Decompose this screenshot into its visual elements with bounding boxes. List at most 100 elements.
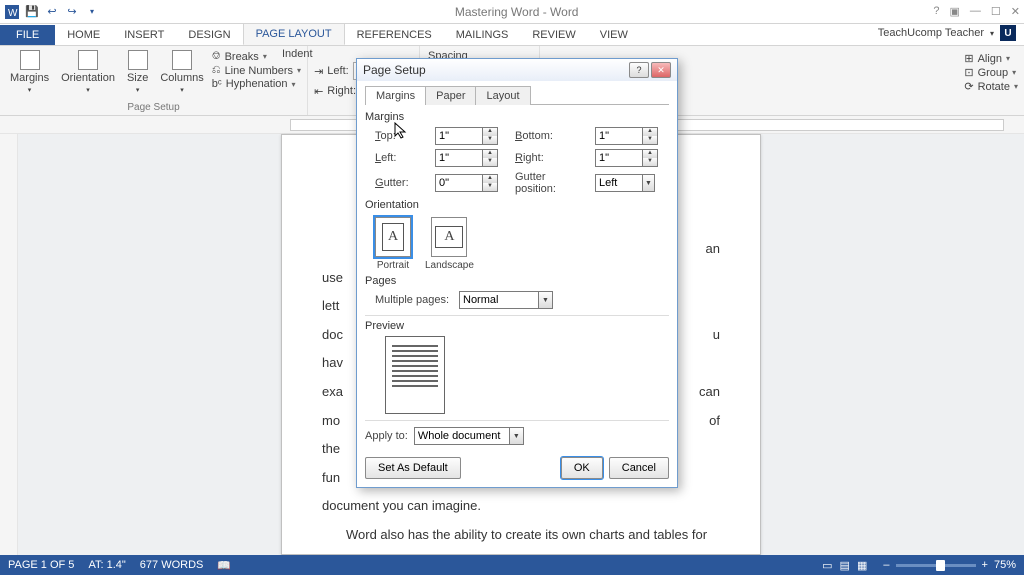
maximize-icon[interactable]: ☐ bbox=[991, 5, 1001, 18]
group-page-setup: Margins▾ Orientation▾ Size▾ Columns▾ ⎊ B… bbox=[0, 46, 308, 115]
bottom-label: Bottom: bbox=[515, 130, 585, 142]
bottom-input[interactable] bbox=[595, 127, 643, 145]
columns-button[interactable]: Columns▾ bbox=[156, 48, 207, 96]
size-button[interactable]: Size▾ bbox=[123, 48, 152, 96]
cancel-button[interactable]: Cancel bbox=[609, 457, 669, 479]
spin-down-icon[interactable]: ▼ bbox=[483, 183, 497, 191]
set-default-button[interactable]: Set As Default bbox=[365, 457, 461, 479]
dialog-tab-layout[interactable]: Layout bbox=[475, 86, 530, 105]
window-buttons: ? ▣ — ☐ ✕ bbox=[933, 5, 1020, 18]
orientation-options: APortrait ALandscape bbox=[375, 217, 669, 271]
spin-up-icon[interactable]: ▲ bbox=[483, 150, 497, 158]
minimize-icon[interactable]: — bbox=[970, 5, 981, 18]
left-input[interactable] bbox=[435, 149, 483, 167]
spin-up-icon[interactable]: ▲ bbox=[483, 128, 497, 136]
user-badge-icon: U bbox=[1000, 25, 1016, 41]
ribbon-tabs: FILE HOME INSERT DESIGN PAGE LAYOUT REFE… bbox=[0, 24, 1024, 46]
status-page[interactable]: PAGE 1 OF 5 bbox=[8, 559, 74, 571]
spin-down-icon[interactable]: ▼ bbox=[643, 158, 657, 166]
word-app-icon[interactable]: W bbox=[4, 4, 20, 20]
align-button[interactable]: ⊞ Align ▾ bbox=[964, 52, 1018, 65]
margins-section-label: Margins bbox=[365, 111, 669, 123]
spin-down-icon[interactable]: ▼ bbox=[483, 136, 497, 144]
tab-design[interactable]: DESIGN bbox=[176, 25, 242, 45]
close-icon[interactable]: ✕ bbox=[1011, 5, 1020, 18]
quick-access-toolbar: W 💾 ↩ ↪ ▾ bbox=[4, 4, 100, 20]
doc-text: Word also has the ability to create its … bbox=[322, 521, 720, 550]
multiple-pages-select[interactable] bbox=[459, 291, 539, 309]
margins-grid: Top: ▲▼ Bottom: ▲▼ Left: ▲▼ Right: ▲▼ Gu… bbox=[375, 127, 669, 195]
doc-text: can bbox=[699, 378, 720, 407]
top-input[interactable] bbox=[435, 127, 483, 145]
dropdown-icon[interactable]: ▼ bbox=[539, 291, 553, 309]
tab-insert[interactable]: INSERT bbox=[112, 25, 176, 45]
page-setup-dialog: Page Setup ? ✕ Margins Paper Layout Marg… bbox=[356, 58, 678, 488]
margins-button[interactable]: Margins▾ bbox=[6, 48, 53, 96]
tab-home[interactable]: HOME bbox=[55, 25, 112, 45]
preview-section-label: Preview bbox=[365, 320, 669, 332]
dropdown-icon[interactable]: ▼ bbox=[643, 174, 655, 192]
spin-down-icon[interactable]: ▼ bbox=[483, 158, 497, 166]
status-proofing-icon[interactable]: 📖 bbox=[217, 559, 231, 572]
orientation-button[interactable]: Orientation▾ bbox=[57, 48, 119, 96]
group-label-page-setup: Page Setup bbox=[6, 102, 301, 115]
right-input[interactable] bbox=[595, 149, 643, 167]
doc-text: exa bbox=[322, 384, 343, 399]
web-layout-icon[interactable]: ▦ bbox=[857, 560, 867, 572]
doc-text: doc bbox=[322, 327, 343, 342]
undo-icon[interactable]: ↩ bbox=[44, 4, 60, 20]
spin-up-icon[interactable]: ▲ bbox=[483, 175, 497, 183]
gutter-pos-select[interactable] bbox=[595, 174, 643, 192]
group-button[interactable]: ⊡ Group ▾ bbox=[964, 66, 1018, 79]
dialog-help-icon[interactable]: ? bbox=[629, 62, 649, 78]
dialog-tab-margins[interactable]: Margins bbox=[365, 86, 426, 105]
tab-view[interactable]: VIEW bbox=[588, 25, 640, 45]
dialog-title-bar[interactable]: Page Setup ? ✕ bbox=[357, 59, 677, 81]
tab-references[interactable]: REFERENCES bbox=[345, 25, 444, 45]
group-arrange: ⊞ Align ▾ ⊡ Group ▾ ⟳ Rotate ▾ bbox=[958, 46, 1024, 115]
landscape-option[interactable]: ALandscape bbox=[425, 217, 474, 271]
status-words[interactable]: 677 WORDS bbox=[140, 559, 204, 571]
spin-up-icon[interactable]: ▲ bbox=[643, 128, 657, 136]
spin-up-icon[interactable]: ▲ bbox=[643, 150, 657, 158]
ok-button[interactable]: OK bbox=[561, 457, 603, 479]
tab-file[interactable]: FILE bbox=[0, 25, 55, 45]
dialog-close-icon[interactable]: ✕ bbox=[651, 62, 671, 78]
top-label: Top: bbox=[375, 130, 425, 142]
redo-icon[interactable]: ↪ bbox=[64, 4, 80, 20]
rotate-button[interactable]: ⟳ Rotate ▾ bbox=[964, 80, 1018, 93]
left-label: Left: bbox=[375, 152, 425, 164]
vertical-ruler[interactable] bbox=[0, 134, 18, 555]
dialog-title: Page Setup bbox=[363, 63, 627, 77]
read-mode-icon[interactable]: ▭ bbox=[822, 560, 832, 572]
doc-text: document you can imagine. bbox=[322, 492, 720, 521]
zoom-in-icon[interactable]: + bbox=[982, 559, 988, 571]
tab-page-layout[interactable]: PAGE LAYOUT bbox=[243, 23, 345, 45]
zoom-level[interactable]: 75% bbox=[994, 559, 1016, 571]
apply-to-select[interactable] bbox=[414, 427, 510, 445]
gutter-input[interactable] bbox=[435, 174, 483, 192]
dialog-tab-paper[interactable]: Paper bbox=[425, 86, 476, 105]
line-numbers-button[interactable]: ⎌ Line Numbers ▾ bbox=[212, 64, 301, 77]
save-icon[interactable]: 💾 bbox=[24, 4, 40, 20]
tab-review[interactable]: REVIEW bbox=[520, 25, 587, 45]
status-at[interactable]: AT: 1.4" bbox=[88, 559, 125, 571]
zoom-out-icon[interactable]: – bbox=[883, 559, 889, 571]
view-buttons: ▭ ▤ ▦ bbox=[820, 559, 869, 572]
user-account[interactable]: TeachUcomp Teacher▾U bbox=[870, 21, 1024, 45]
multiple-pages-label: Multiple pages: bbox=[375, 294, 449, 306]
tab-mailings[interactable]: MAILINGS bbox=[444, 25, 521, 45]
apply-to-label: Apply to: bbox=[365, 430, 408, 442]
dropdown-icon[interactable]: ▼ bbox=[510, 427, 524, 445]
help-icon[interactable]: ? bbox=[933, 5, 939, 18]
spin-down-icon[interactable]: ▼ bbox=[643, 136, 657, 144]
doc-text: u bbox=[713, 321, 720, 350]
svg-text:W: W bbox=[8, 8, 18, 19]
zoom-slider[interactable] bbox=[896, 564, 976, 567]
hyphenation-button[interactable]: bᶜ Hyphenation ▾ bbox=[212, 78, 301, 90]
qat-customize-icon[interactable]: ▾ bbox=[84, 4, 100, 20]
print-layout-icon[interactable]: ▤ bbox=[840, 560, 850, 572]
user-name: TeachUcomp Teacher bbox=[878, 27, 984, 39]
portrait-option[interactable]: APortrait bbox=[375, 217, 411, 271]
ribbon-display-icon[interactable]: ▣ bbox=[950, 5, 960, 18]
